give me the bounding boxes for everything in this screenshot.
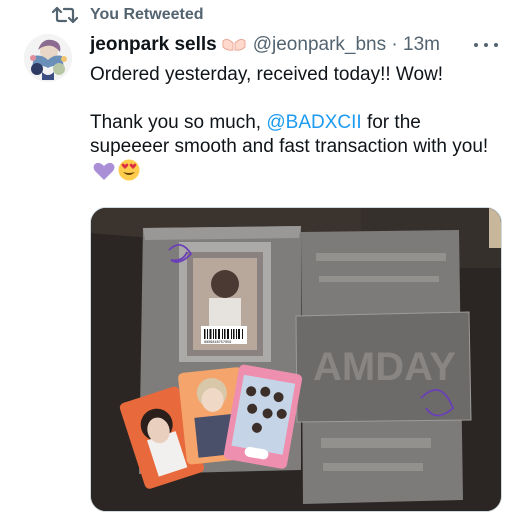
palms-up-together-emoji — [222, 38, 246, 51]
tweet-header: jeonpark sells @jeonpark_bns · 13m — [90, 32, 440, 58]
avatar[interactable] — [24, 34, 72, 82]
author-name[interactable]: jeonpark sells — [90, 34, 217, 55]
photo-content: AMDAY 8809848757059 — [91, 208, 501, 511]
separator-dot: · — [391, 34, 398, 55]
retweet-icon — [52, 6, 78, 24]
tweet-line-1: Ordered yesterday, received today!! Wow! — [90, 64, 444, 85]
author-handle[interactable]: @jeonpark_bns — [253, 34, 386, 55]
tweet-photo[interactable]: AMDAY 8809848757059 — [90, 207, 502, 512]
purple-heart-emoji — [93, 162, 115, 180]
retweet-label: You Retweeted — [90, 6, 204, 23]
retweet-context[interactable]: You Retweeted — [0, 4, 522, 26]
avatar-illustration — [24, 34, 72, 82]
smiling-face-with-heart-eyes-emoji — [118, 159, 140, 181]
more-options-icon[interactable] — [472, 34, 500, 54]
tweet-line-2: Thank you so much, @BADXCII for the supe… — [90, 111, 505, 184]
box-text: AMDAY — [313, 345, 456, 389]
mention-link[interactable]: @BADXCII — [266, 112, 361, 133]
barcode-text: 8809848757059 — [204, 341, 231, 345]
timestamp[interactable]: 13m — [403, 34, 440, 55]
text-before-mention: Thank you so much, — [90, 112, 267, 133]
tweet-body: Ordered yesterday, received today!! Wow!… — [90, 63, 505, 184]
